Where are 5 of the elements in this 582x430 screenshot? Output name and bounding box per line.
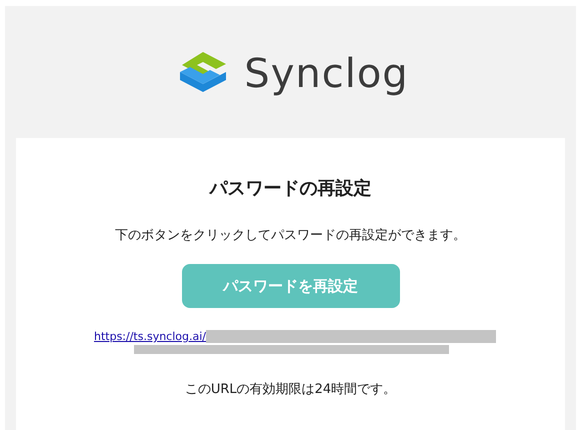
reset-link[interactable]: https://ts.synclog.ai/ [94, 330, 206, 343]
heading: パスワードの再設定 [210, 177, 372, 200]
expiry-note: このURLの有効期限は24時間です。 [184, 381, 396, 398]
instruction-text: 下のボタンをクリックしてパスワードの再設定ができます。 [115, 227, 466, 244]
brand-name: Synclog [244, 51, 409, 97]
